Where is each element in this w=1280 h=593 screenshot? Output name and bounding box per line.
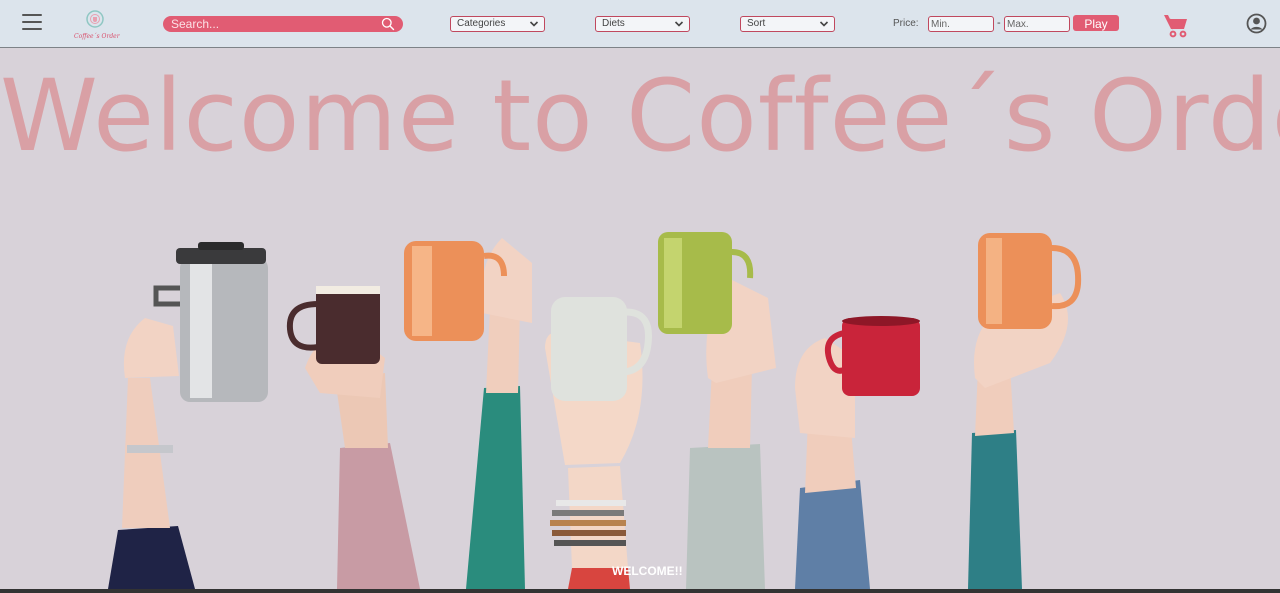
logo-text: Coffee´s Order (74, 33, 120, 40)
play-button[interactable]: Play (1073, 15, 1119, 31)
sort-dropdown[interactable]: Sort (740, 16, 835, 32)
brand-logo[interactable]: Coffee´s Order (74, 9, 120, 40)
search-bar[interactable] (163, 16, 403, 32)
search-input[interactable] (171, 16, 371, 32)
sort-label: Sort (747, 18, 766, 29)
coffee-logo-icon (86, 10, 104, 28)
raised-coffee-mugs-image (108, 232, 1082, 589)
categories-dropdown[interactable]: Categories (450, 16, 545, 32)
welcome-caption: WELCOME!! (612, 564, 683, 578)
price-min-input[interactable] (928, 16, 994, 32)
price-max-input[interactable] (1004, 16, 1070, 32)
price-separator: - (997, 17, 1001, 29)
hero-banner: Welcome to Coffee´s Order WELCOME!! (0, 48, 1280, 589)
user-icon[interactable] (1246, 13, 1267, 34)
chevron-down-icon (674, 21, 684, 27)
chevron-down-icon (529, 21, 539, 27)
top-navbar: Coffee´s Order Categories Diets Sort Pri… (0, 0, 1280, 48)
price-label: Price: (893, 18, 919, 29)
search-icon[interactable] (381, 17, 395, 31)
categories-label: Categories (457, 18, 506, 29)
chevron-down-icon (819, 21, 829, 27)
cart-icon[interactable] (1162, 11, 1190, 39)
menu-icon[interactable] (22, 14, 42, 32)
diets-label: Diets (602, 18, 625, 29)
diets-dropdown[interactable]: Diets (595, 16, 690, 32)
bottom-border (0, 589, 1280, 593)
